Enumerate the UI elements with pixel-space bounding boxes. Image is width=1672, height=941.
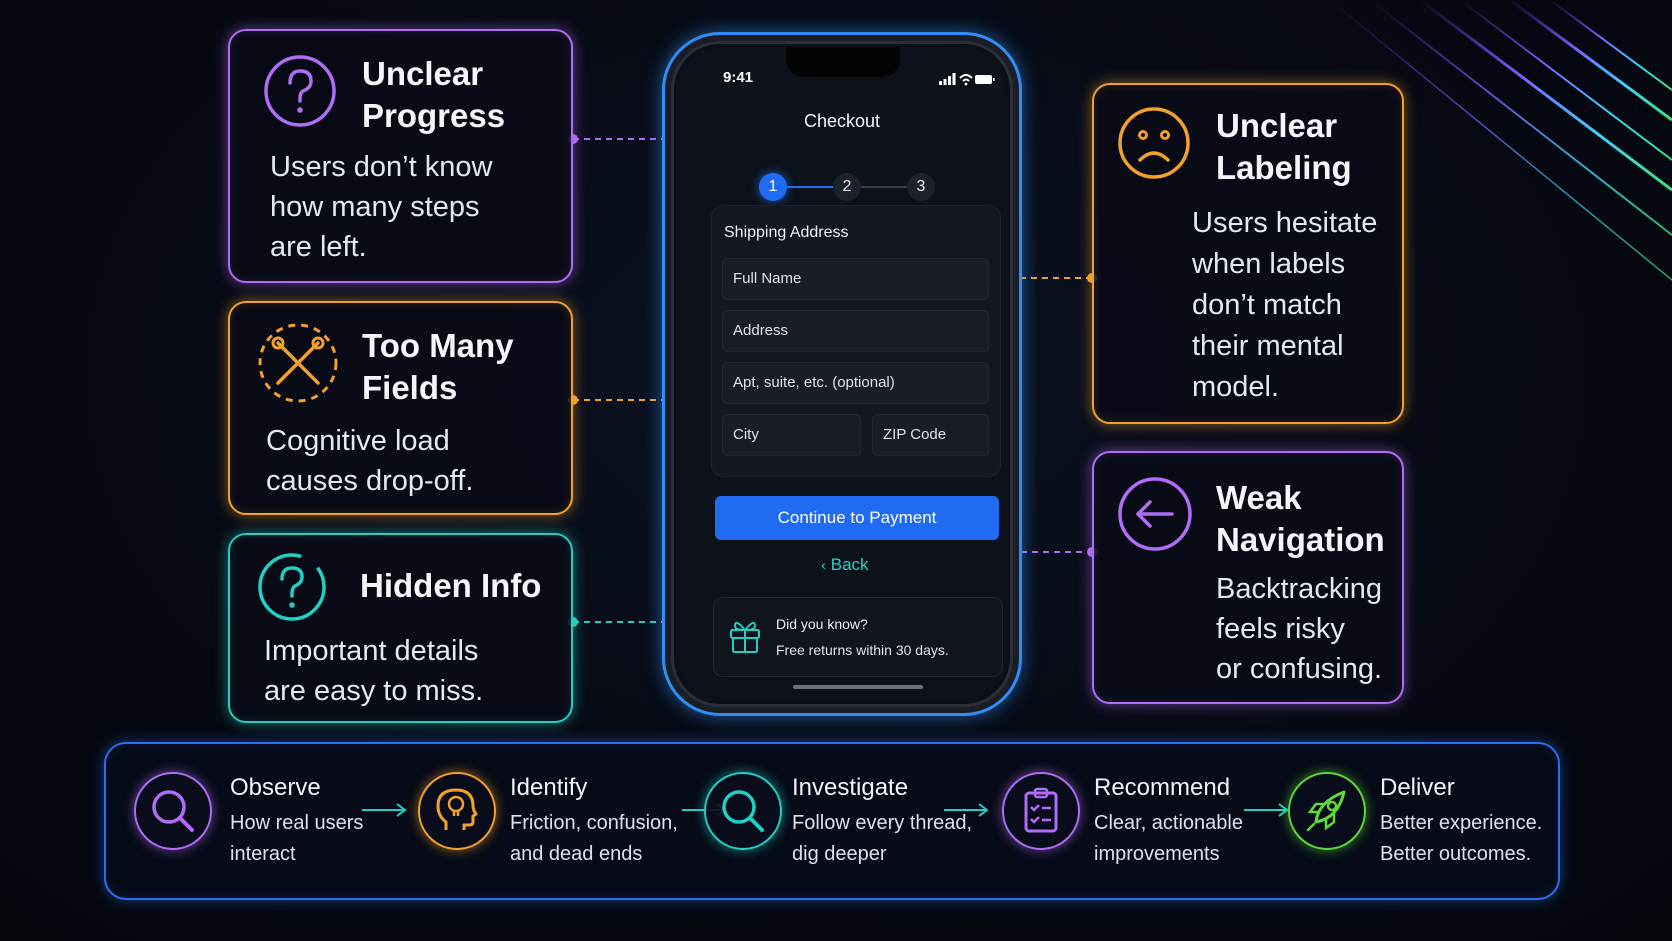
checkout-title: Checkout [803,111,881,131]
tip-title: Did you know? [776,616,868,632]
callout-title: Too Many Fields [362,327,514,406]
process-desc-recommend: Clear, actionable improvements [1094,812,1243,865]
address-field[interactable]: Address [722,310,989,352]
city-field[interactable]: City [722,414,861,456]
callout-body: Backtracking feels risky or confusing. [1216,573,1383,685]
callout-body: Cognitive load causes drop-off. [266,425,474,497]
apt-field[interactable]: Apt, suite, etc. (optional) [722,362,989,404]
callout-title: Hidden Info [360,567,542,604]
process-title-identify: Identify [510,774,588,801]
process-title-observe: Observe [230,774,321,801]
status-icons [939,73,995,86]
arrow-right-icon [362,803,407,817]
step-2[interactable]: 2 [833,173,861,201]
callout-unclear-labeling: Unclear Labeling Users hesitate when lab… [1092,83,1404,424]
gift-icon [730,621,760,653]
full-name-field[interactable]: Full Name [722,258,989,300]
process-desc-observe: How real users interact [230,812,364,865]
callout-title: Unclear Progress [362,55,506,134]
home-indicator [793,685,923,689]
callout-body: Users hesitate when labels don’t match t… [1192,207,1378,403]
magnifier-icon [722,790,764,832]
form-heading: Shipping Address [724,224,849,241]
process-bar: Observe How real users interact Identify… [104,742,1560,900]
tip-body: Free returns within 30 days. [776,642,949,658]
callout-body: Users don’t know how many steps are left… [270,151,493,263]
callout-hidden-info: Hidden Info Important details are easy t… [228,533,573,723]
arrow-right-icon [944,803,989,817]
step-1[interactable]: 1 [759,173,787,201]
process-desc-deliver: Better experience. Better outcomes. [1380,812,1543,865]
callout-title: Weak Navigation [1216,479,1385,558]
sad-face-icon [1118,107,1190,179]
callout-too-many-fields: Too Many Fields Cognitive load causes dr… [228,301,573,515]
zip-field[interactable]: ZIP Code [872,414,989,456]
callout-body: Important details are easy to miss. [264,635,484,707]
callout-unclear-progress: Unclear Progress Users don’t know how ma… [228,29,573,283]
back-label: Back [830,555,869,574]
chevron-left-icon: ‹ [821,557,826,574]
process-title-deliver: Deliver [1380,774,1455,801]
process-desc-identify: Friction, confusion, and dead ends [510,812,678,865]
step-3[interactable]: 3 [907,173,935,201]
phone-mockup: 9:41 Checkout 1 2 3 Shipping Address Ful… [662,32,1022,716]
head-lightbulb-icon [436,788,478,830]
back-link[interactable]: ‹ Back [821,555,869,575]
process-title-recommend: Recommend [1094,774,1231,801]
question-circle-icon [258,553,326,621]
process-icon-investigate [704,772,782,850]
callout-title: Unclear Labeling [1216,107,1352,186]
info-tip: Did you know? Free returns within 30 day… [713,597,1003,677]
crossed-tools-icon [258,323,338,403]
process-icon-identify [418,772,496,850]
process-icon-recommend [1002,772,1080,850]
process-icon-deliver [1288,772,1366,850]
question-circle-icon [264,55,336,127]
rocket-icon [1306,790,1346,832]
clipboard-check-icon [1024,787,1058,833]
callout-weak-navigation: Weak Navigation Backtracking feels risky… [1092,451,1404,704]
arrow-right-icon [1244,803,1289,817]
process-icon-observe [134,772,212,850]
status-time: 9:41 [723,69,754,86]
shipping-address-form: Shipping Address Full Name Address Apt, … [711,205,1001,477]
magnifier-icon [152,790,194,832]
process-title-investigate: Investigate [792,774,909,801]
continue-to-payment-button[interactable]: Continue to Payment [715,496,999,540]
phone-screen: 9:41 Checkout 1 2 3 Shipping Address Ful… [677,47,1007,701]
phone-notch [786,47,900,77]
back-arrow-circle-icon [1118,477,1192,551]
